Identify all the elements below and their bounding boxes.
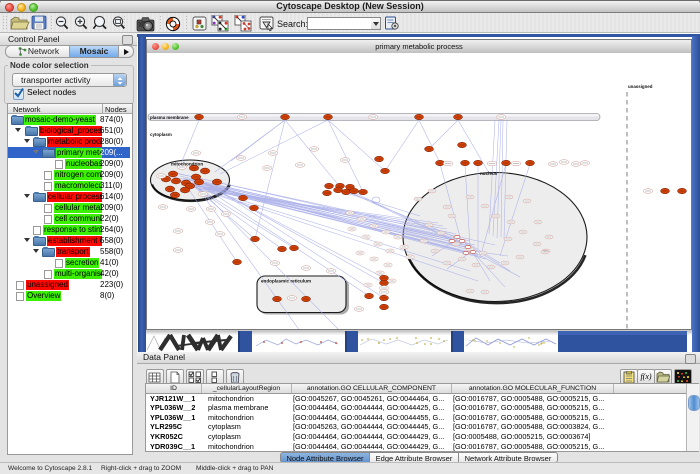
svg-text:mitochondrion: mitochondrion bbox=[171, 162, 203, 167]
svg-text:cytoplasm: cytoplasm bbox=[150, 132, 172, 137]
svg-text:nucleus: nucleus bbox=[480, 171, 498, 176]
svg-text:plasma membrane: plasma membrane bbox=[150, 115, 189, 120]
svg-text:endoplasmic reticulum: endoplasmic reticulum bbox=[261, 279, 311, 284]
svg-text:unassigned: unassigned bbox=[628, 84, 653, 89]
